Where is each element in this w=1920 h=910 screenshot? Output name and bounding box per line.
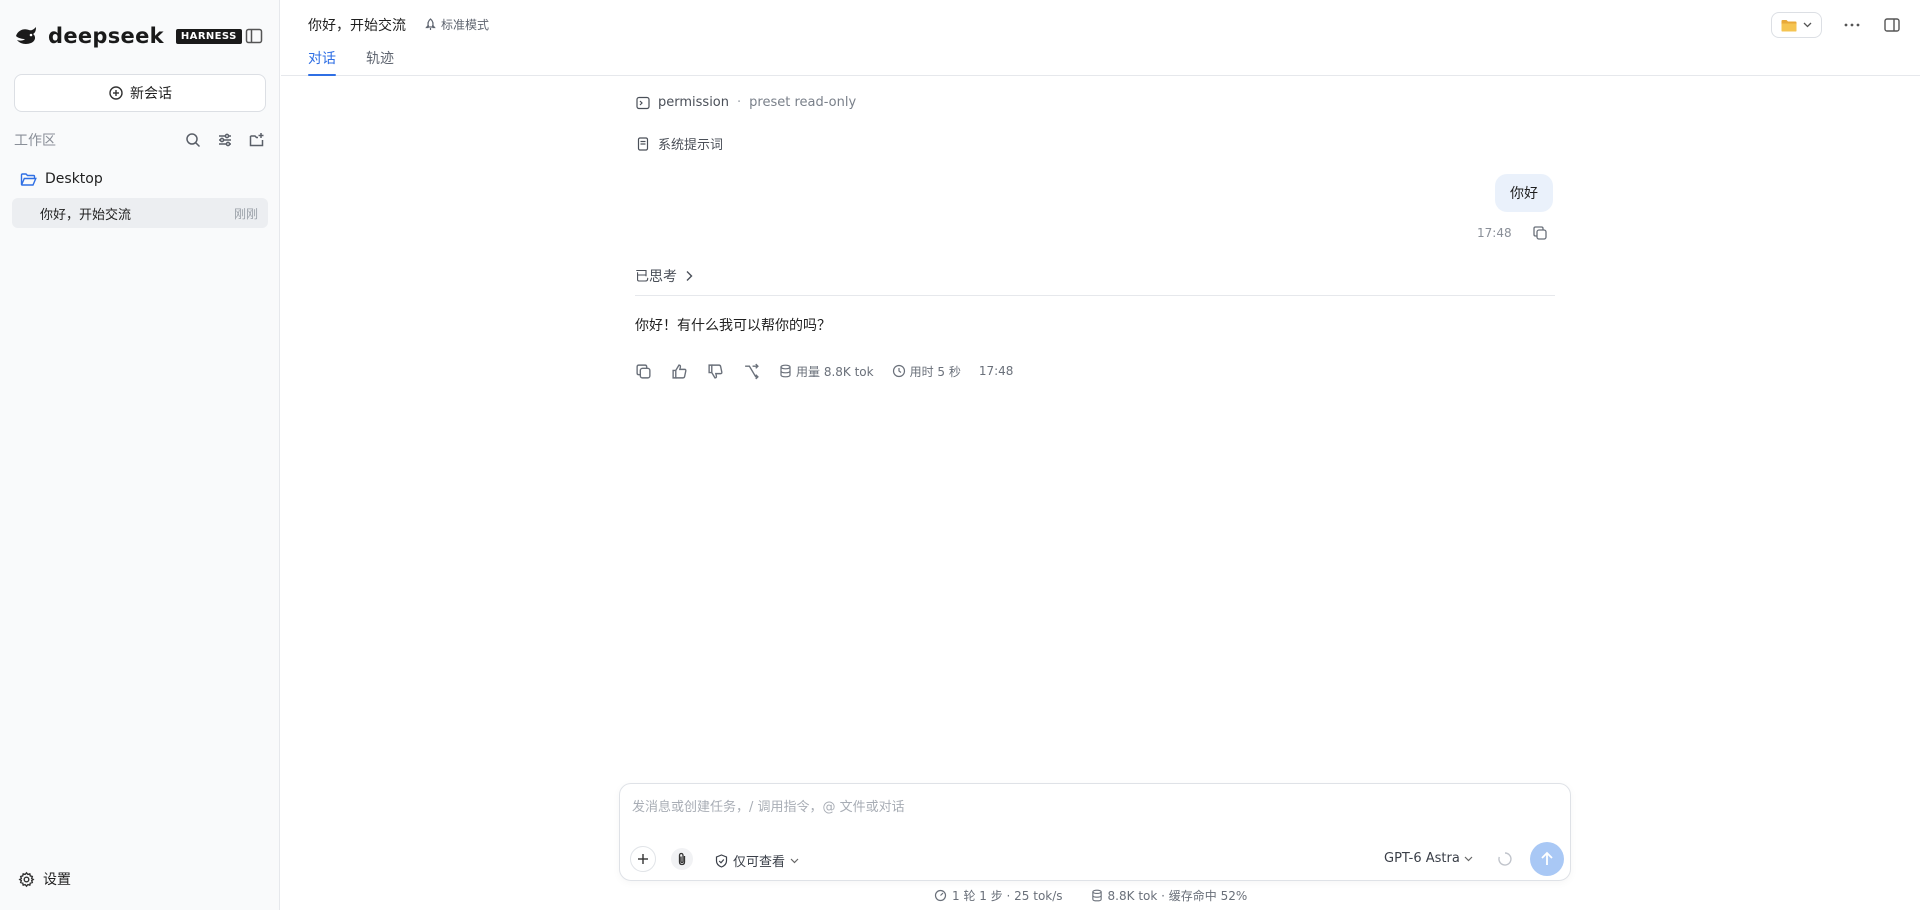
new-folder-icon[interactable] bbox=[248, 131, 266, 149]
brand-name: deepseek bbox=[48, 24, 164, 48]
rounds-stat: 1 轮 1 步 · 25 tok/s bbox=[934, 887, 1063, 904]
document-icon bbox=[636, 136, 650, 151]
database-icon bbox=[779, 364, 792, 378]
copy-icon[interactable] bbox=[635, 363, 652, 380]
user-message-bubble: 你好 bbox=[1495, 174, 1553, 212]
chevron-right-icon bbox=[685, 270, 693, 282]
system-prompt-label: 系统提示词 bbox=[658, 138, 724, 153]
more-icon[interactable] bbox=[1842, 15, 1862, 35]
tab-chat[interactable]: 对话 bbox=[308, 48, 336, 76]
mode-label: 标准模式 bbox=[441, 18, 490, 32]
sidebar: deepseek HARNESS 新会话 工作区 Desktop 你好，开始交流… bbox=[0, 0, 280, 910]
add-button[interactable] bbox=[630, 846, 656, 872]
usage-text: 用量 8.8K tok bbox=[796, 364, 874, 379]
thought-toggle[interactable]: 已思考 bbox=[635, 266, 693, 286]
tab-trace[interactable]: 轨迹 bbox=[366, 48, 394, 76]
conversation-header: 你好，开始交流 标准模式 对话 轨迹 bbox=[281, 0, 1920, 76]
terminal-icon bbox=[636, 96, 650, 110]
user-message-text: 你好 bbox=[1510, 186, 1538, 202]
tokens-text: 8.8K tok · 缓存命中 52% bbox=[1107, 889, 1248, 903]
gear-icon bbox=[18, 871, 35, 888]
loading-spinner-icon bbox=[1496, 850, 1514, 868]
brand[interactable]: deepseek HARNESS bbox=[14, 22, 242, 50]
usage-stat: 用量 8.8K tok bbox=[779, 363, 874, 380]
gauge-icon bbox=[934, 889, 947, 902]
conversation-item[interactable]: 你好，开始交流 刚刚 bbox=[12, 198, 268, 228]
new-chat-label: 新会话 bbox=[130, 86, 172, 102]
branch-icon[interactable] bbox=[743, 363, 760, 380]
model-selector[interactable]: GPT-6 Astra bbox=[1384, 851, 1473, 866]
thought-label: 已思考 bbox=[635, 269, 677, 285]
separator-dot: · bbox=[737, 95, 742, 110]
tokens-stat: 8.8K tok · 缓存命中 52% bbox=[1091, 887, 1248, 904]
permission-mode-dropdown[interactable]: 仅可查看 bbox=[715, 851, 799, 870]
conversation-time: 刚刚 bbox=[233, 206, 258, 221]
copy-icon[interactable] bbox=[1532, 225, 1548, 241]
panel-toggle-icon[interactable] bbox=[1882, 15, 1902, 35]
chevron-down-icon bbox=[790, 858, 799, 864]
user-message-time: 17:48 bbox=[1477, 226, 1512, 240]
folder-icon bbox=[1781, 19, 1797, 32]
permission-mode-label: 仅可查看 bbox=[733, 855, 786, 870]
folder-name: Desktop bbox=[45, 171, 103, 187]
search-icon[interactable] bbox=[184, 131, 202, 149]
chevron-down-icon bbox=[1464, 856, 1473, 862]
chevron-down-icon bbox=[1803, 22, 1812, 28]
plus-circle-icon bbox=[108, 85, 124, 101]
workspace-header: 工作区 bbox=[14, 129, 266, 151]
sidebar-toggle-icon[interactable] bbox=[244, 26, 264, 46]
thumbs-up-icon[interactable] bbox=[671, 363, 688, 380]
duration-text: 用时 5 秒 bbox=[909, 364, 961, 379]
rocket-icon bbox=[424, 18, 437, 31]
thumbs-down-icon[interactable] bbox=[707, 363, 724, 380]
session-stats: 1 轮 1 步 · 25 tok/s 8.8K tok · 缓存命中 52% bbox=[934, 887, 1247, 904]
permission-value: preset read-only bbox=[749, 95, 857, 110]
whale-logo-icon bbox=[14, 23, 40, 49]
workspace-folder-button[interactable] bbox=[1771, 12, 1822, 38]
folder-desktop[interactable]: Desktop bbox=[20, 168, 103, 190]
filter-sliders-icon[interactable] bbox=[216, 131, 234, 149]
database-icon bbox=[1091, 889, 1103, 902]
system-prompt-row[interactable]: 系统提示词 bbox=[636, 134, 723, 153]
permission-label: permission bbox=[658, 95, 729, 110]
brand-badge: HARNESS bbox=[175, 28, 242, 44]
conversation-title: 你好，开始交流 bbox=[40, 207, 132, 223]
message-composer: 仅可查看 GPT-6 Astra bbox=[619, 783, 1571, 881]
send-button[interactable] bbox=[1530, 842, 1564, 876]
reply-actions: 用量 8.8K tok 用时 5 秒 17:48 bbox=[635, 362, 1031, 380]
mode-indicator[interactable]: 标准模式 bbox=[424, 16, 489, 33]
assistant-reply: 你好！有什么我可以帮你的吗？ bbox=[635, 318, 831, 334]
divider bbox=[635, 295, 1555, 296]
workspace-label: 工作区 bbox=[14, 133, 56, 149]
message-input[interactable] bbox=[632, 794, 1552, 820]
duration-stat: 用时 5 秒 bbox=[892, 363, 961, 380]
new-chat-button[interactable]: 新会话 bbox=[14, 74, 266, 112]
page-title: 你好，开始交流 bbox=[308, 18, 406, 34]
paperclip-icon[interactable] bbox=[671, 848, 693, 870]
shield-check-icon bbox=[715, 853, 728, 868]
rounds-text: 1 轮 1 步 · 25 tok/s bbox=[952, 889, 1063, 903]
reply-time: 17:48 bbox=[978, 364, 1014, 378]
settings-label: 设置 bbox=[43, 872, 71, 888]
settings-button[interactable]: 设置 bbox=[18, 869, 71, 889]
permission-row[interactable]: permission · preset read-only bbox=[636, 95, 856, 110]
model-label: GPT-6 Astra bbox=[1384, 851, 1460, 866]
folder-open-icon bbox=[20, 172, 37, 187]
clock-icon bbox=[892, 364, 906, 378]
tab-bar: 对话 轨迹 bbox=[308, 48, 394, 76]
